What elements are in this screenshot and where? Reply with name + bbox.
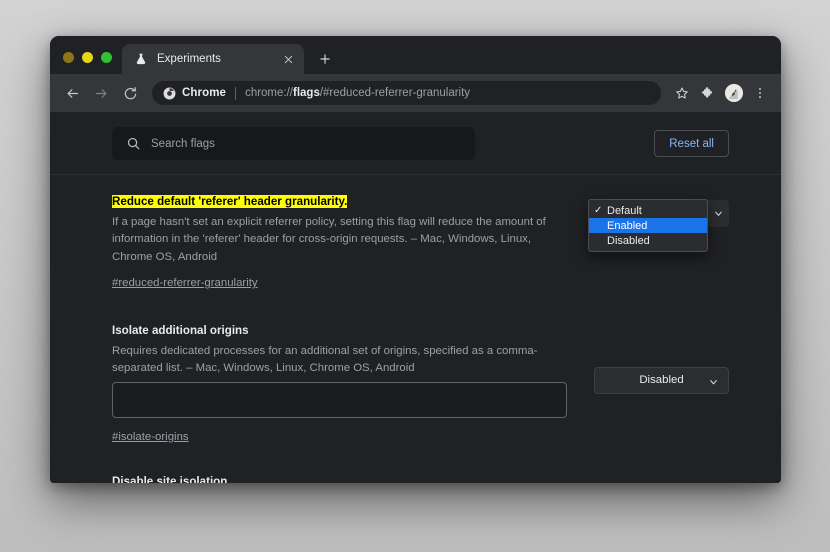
flag-item: Reduce default 'referer' header granular… bbox=[50, 175, 781, 308]
reload-icon[interactable] bbox=[117, 80, 143, 106]
site-identity-chip[interactable]: Chrome bbox=[163, 87, 226, 100]
option-enabled[interactable]: Enabled bbox=[589, 218, 707, 233]
tab-strip: Experiments bbox=[50, 36, 781, 74]
avatar[interactable] bbox=[722, 81, 746, 105]
url-text: chrome://flags/#reduced-referrer-granula… bbox=[245, 87, 470, 99]
option-disabled[interactable]: Disabled bbox=[589, 233, 707, 248]
search-input[interactable] bbox=[151, 137, 461, 150]
flag-title: Reduce default 'referer' header granular… bbox=[112, 195, 348, 208]
flags-page: Reset all Reduce default 'referer' heade… bbox=[50, 112, 781, 483]
flag-control: Default bbox=[582, 472, 729, 483]
browser-window: Experiments Chrome chrome://flags/#reduc… bbox=[50, 36, 781, 483]
option-label: Default bbox=[607, 204, 642, 217]
star-icon[interactable] bbox=[670, 81, 694, 105]
flag-title-wrap: Isolate additional origins bbox=[112, 321, 567, 339]
three-dot-menu-icon[interactable] bbox=[748, 81, 772, 105]
site-identity-label: Chrome bbox=[182, 87, 227, 99]
flag-title-wrap: Disable site isolation bbox=[112, 472, 582, 483]
flag-select-value: Disabled bbox=[639, 374, 684, 387]
flag-title: Disable site isolation bbox=[112, 474, 228, 483]
flag-main: Disable site isolation Disables site iso… bbox=[112, 472, 582, 483]
url-suffix: /#reduced-referrer-granularity bbox=[319, 87, 471, 99]
url-bold-segment: flags bbox=[293, 87, 320, 99]
tab-experiments[interactable]: Experiments bbox=[122, 44, 304, 74]
search-box[interactable] bbox=[112, 127, 475, 160]
new-tab-button[interactable] bbox=[311, 45, 339, 73]
maximize-window-button[interactable] bbox=[101, 52, 112, 63]
select-options-popup[interactable]: ✓ Default Enabled Disabled bbox=[588, 199, 708, 252]
flag-title-wrap: Reduce default 'referer' header granular… bbox=[112, 192, 567, 210]
chevron-down-icon[interactable] bbox=[707, 200, 729, 227]
check-icon: ✓ bbox=[594, 205, 603, 216]
window-controls bbox=[50, 52, 122, 74]
flag-description: If a page hasn't set an explicit referre… bbox=[112, 216, 546, 263]
flag-select[interactable]: Disabled bbox=[594, 366, 729, 394]
option-default[interactable]: ✓ Default bbox=[589, 203, 707, 218]
omnibox-divider bbox=[235, 86, 237, 100]
flag-item: Disable site isolation Disables site iso… bbox=[50, 462, 781, 483]
chrome-logo-icon bbox=[163, 87, 176, 100]
flag-permalink[interactable]: #isolate-origins bbox=[112, 431, 189, 443]
option-label: Disabled bbox=[607, 234, 650, 247]
tab-title: Experiments bbox=[157, 53, 221, 65]
flag-main: Isolate additional origins Requires dedi… bbox=[112, 321, 567, 445]
flag-item: Isolate additional origins Requires dedi… bbox=[50, 308, 781, 462]
back-arrow-icon[interactable] bbox=[59, 80, 85, 106]
close-window-button[interactable] bbox=[63, 52, 74, 63]
flag-title: Isolate additional origins bbox=[112, 323, 249, 337]
puzzle-icon[interactable] bbox=[696, 81, 720, 105]
flag-permalink[interactable]: #reduced-referrer-granularity bbox=[112, 277, 258, 289]
search-row: Reset all bbox=[50, 112, 781, 174]
close-icon[interactable] bbox=[280, 51, 296, 67]
reset-all-button[interactable]: Reset all bbox=[654, 130, 729, 157]
flask-icon bbox=[133, 52, 148, 67]
url-prefix: chrome:// bbox=[245, 87, 293, 99]
chevron-down-icon bbox=[708, 375, 719, 386]
browser-toolbar: Chrome chrome://flags/#reduced-referrer-… bbox=[50, 74, 781, 112]
minimize-window-button[interactable] bbox=[82, 52, 93, 63]
option-label: Enabled bbox=[607, 219, 648, 232]
flag-text-input[interactable] bbox=[112, 381, 567, 418]
screenshot-root: Experiments Chrome chrome://flags/#reduc… bbox=[0, 0, 830, 552]
flag-description: Requires dedicated processes for an addi… bbox=[112, 344, 538, 375]
search-icon bbox=[126, 136, 141, 151]
forward-arrow-icon[interactable] bbox=[88, 80, 114, 106]
flag-control: ✓ Default Enabled Disabled bbox=[567, 192, 729, 252]
address-bar[interactable]: Chrome chrome://flags/#reduced-referrer-… bbox=[152, 81, 661, 105]
flag-select-open[interactable]: ✓ Default Enabled Disabled bbox=[588, 199, 729, 252]
flag-control: Disabled bbox=[567, 321, 729, 394]
flag-main: Reduce default 'referer' header granular… bbox=[112, 192, 567, 291]
avatar-icon bbox=[725, 84, 743, 102]
flags-list: Reduce default 'referer' header granular… bbox=[50, 175, 781, 483]
